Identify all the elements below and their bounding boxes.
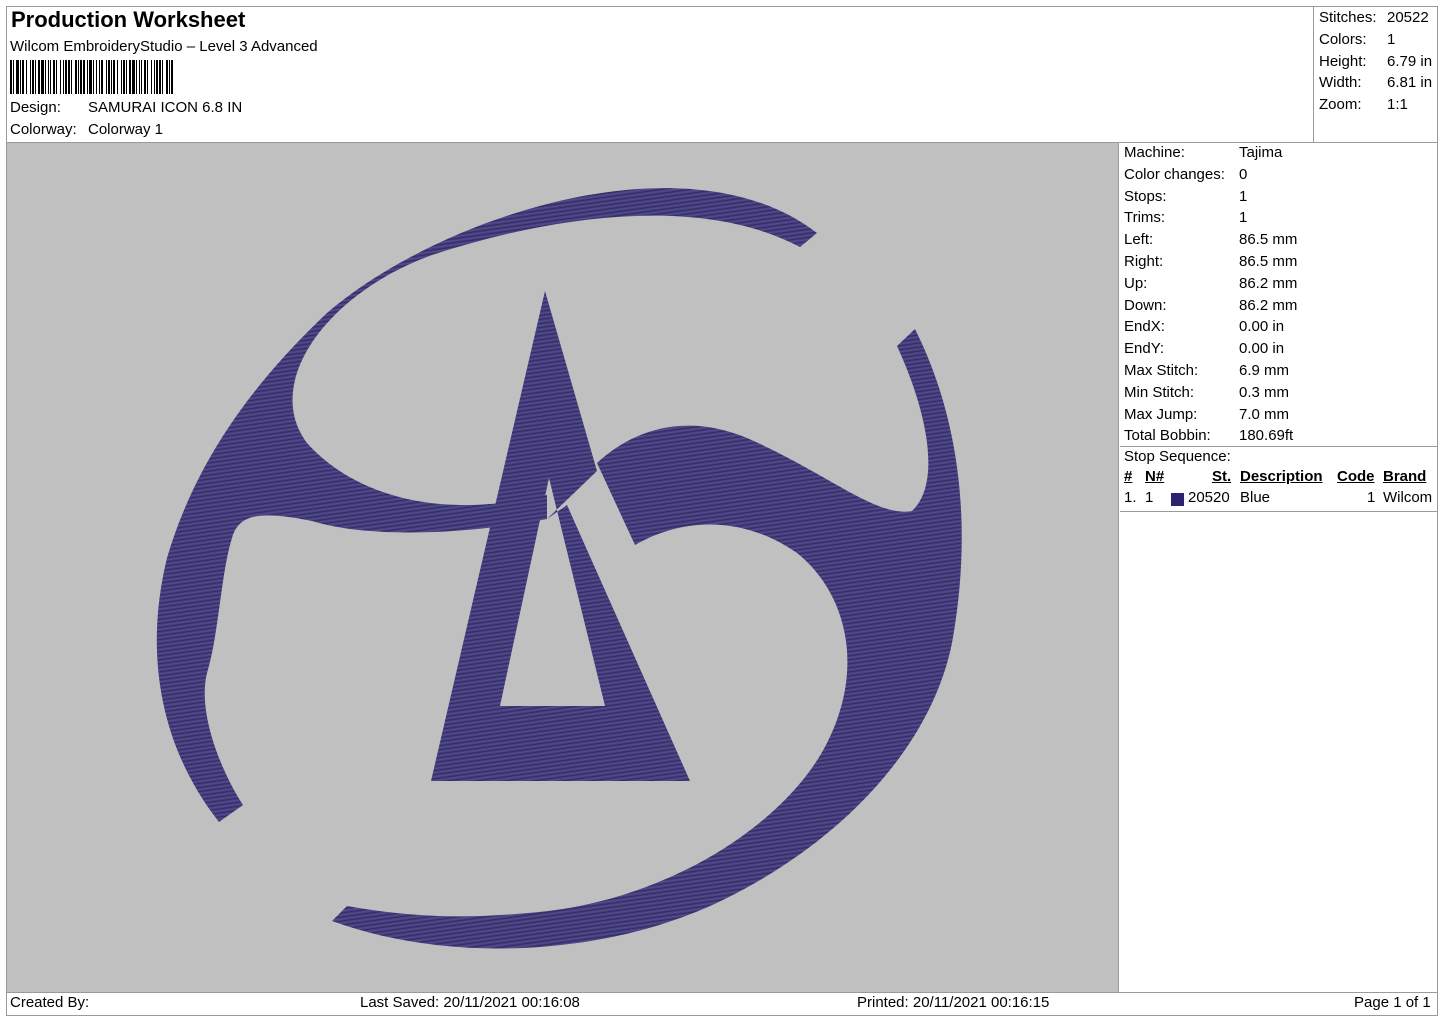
info-value: Tajima	[1239, 144, 1283, 161]
design-row: Design: SAMURAI ICON 6.8 IN	[10, 99, 242, 116]
machine-info-panel: Machine: Tajima Color changes: 0 Stops: 1 Trim…	[1124, 142, 1297, 447]
divider	[1118, 143, 1119, 992]
divider	[1313, 6, 1314, 143]
colorway-label: Colorway:	[10, 121, 77, 138]
row-code: 1	[1367, 489, 1376, 506]
info-label: Right:	[1124, 252, 1164, 270]
footer-printed: Printed: 20/11/2021 00:16:15	[857, 994, 1050, 1011]
design-value: SAMURAI ICON 6.8 IN	[88, 99, 243, 116]
col-header-needle: N#	[1145, 468, 1165, 485]
info-row: Machine: Tajima	[1124, 142, 1297, 164]
stat-value: 6.81 in	[1387, 74, 1433, 92]
stat-zoom: Zoom: 1:1	[1319, 94, 1432, 116]
info-row: Right: 86.5 mm	[1124, 251, 1297, 273]
stat-value: 1:1	[1387, 96, 1408, 114]
info-label: Max Jump:	[1124, 405, 1198, 423]
row-needle: 1	[1145, 489, 1154, 506]
info-row: EndX: 0.00 in	[1124, 316, 1297, 338]
info-value: 1	[1239, 187, 1248, 205]
info-row: Left: 86.5 mm	[1124, 229, 1297, 251]
info-label: Trims:	[1124, 209, 1166, 227]
info-value: 86.5 mm	[1239, 252, 1298, 270]
info-label: Color changes:	[1124, 165, 1225, 183]
info-value: 1	[1239, 209, 1248, 227]
stat-label: Height:	[1319, 52, 1367, 70]
col-header-brand: Brand	[1383, 468, 1427, 485]
barcode-bar	[173, 60, 174, 94]
barcode	[10, 60, 368, 94]
design-label: Design:	[10, 99, 61, 116]
info-label: Min Stitch:	[1124, 383, 1195, 401]
info-row: Total Bobbin: 180.69ft	[1124, 425, 1297, 447]
info-label: EndY:	[1124, 340, 1165, 358]
stop-sequence-title: Stop Sequence:	[1124, 448, 1231, 465]
divider	[6, 992, 1438, 993]
info-label: Max Stitch:	[1124, 361, 1199, 379]
divider	[1120, 511, 1438, 512]
worksheet-title: Production Worksheet	[11, 7, 246, 32]
stat-label: Colors:	[1319, 30, 1367, 48]
stat-value: 6.79 in	[1387, 52, 1433, 70]
info-value: 0	[1239, 165, 1248, 183]
col-header-num: #	[1124, 468, 1133, 485]
stat-height: Height: 6.79 in	[1319, 51, 1432, 73]
row-num: 1.	[1124, 489, 1137, 506]
info-row: Color changes: 0	[1124, 164, 1297, 186]
design-preview	[7, 143, 1118, 992]
info-label: Total Bobbin:	[1124, 427, 1211, 445]
info-value: 0.00 in	[1239, 318, 1285, 336]
info-value: 86.2 mm	[1239, 296, 1298, 314]
info-row: Trims: 1	[1124, 207, 1297, 229]
stat-stitches: Stitches: 20522	[1319, 7, 1432, 29]
footer-last-saved: Last Saved: 20/11/2021 00:16:08	[360, 994, 580, 1011]
info-row: Max Stitch: 6.9 mm	[1124, 360, 1297, 382]
info-value: 7.0 mm	[1239, 405, 1290, 423]
info-value: 0.3 mm	[1239, 383, 1290, 401]
info-row: Max Jump: 7.0 mm	[1124, 404, 1297, 426]
info-row: Min Stitch: 0.3 mm	[1124, 382, 1297, 404]
col-header-code: Code	[1337, 468, 1375, 485]
stat-width: Width: 6.81 in	[1319, 72, 1432, 94]
info-label: Left:	[1124, 231, 1154, 249]
col-header-stitches: St.	[1212, 468, 1232, 485]
info-value: 86.2 mm	[1239, 274, 1298, 292]
info-value: 6.9 mm	[1239, 361, 1290, 379]
stat-colors: Colors: 1	[1319, 29, 1432, 51]
color-swatch	[1171, 493, 1184, 506]
info-value: 86.5 mm	[1239, 231, 1298, 249]
footer-created-by: Created By:	[10, 994, 90, 1011]
samurai-icon-embroidery	[156, 188, 962, 949]
info-row: Down: 86.2 mm	[1124, 295, 1297, 317]
info-row: Up: 86.2 mm	[1124, 273, 1297, 295]
footer-page: Page 1 of 1	[1354, 994, 1431, 1011]
stat-label: Zoom:	[1319, 96, 1362, 114]
info-label: EndX:	[1124, 318, 1165, 336]
info-label: Down:	[1124, 296, 1167, 314]
info-row: Stops: 1	[1124, 186, 1297, 208]
stat-value: 20522	[1387, 9, 1429, 26]
lower-right-crescent	[332, 329, 962, 949]
stat-label: Width:	[1319, 74, 1362, 92]
col-header-description: Description	[1240, 468, 1323, 485]
info-value: 0.00 in	[1239, 340, 1285, 358]
colorway-value: Colorway 1	[88, 121, 164, 138]
stat-value: 1	[1387, 30, 1396, 48]
info-label: Stops:	[1124, 187, 1167, 205]
info-label: Up:	[1124, 274, 1148, 292]
colorway-row: Colorway: Colorway 1	[10, 121, 163, 138]
info-row: EndY: 0.00 in	[1124, 338, 1297, 360]
info-value: 180.69ft	[1239, 427, 1294, 445]
stat-label: Stitches:	[1319, 9, 1377, 26]
stats-panel: Stitches: 20522 Colors: 1 Height: 6.79 in W…	[1319, 7, 1432, 116]
row-description: Blue	[1240, 489, 1271, 506]
software-name: Wilcom EmbroideryStudio – Level 3 Advanc…	[10, 38, 318, 55]
row-stitches: 20520	[1188, 489, 1230, 506]
info-label: Machine:	[1124, 144, 1185, 161]
row-brand: Wilcom	[1383, 489, 1433, 506]
